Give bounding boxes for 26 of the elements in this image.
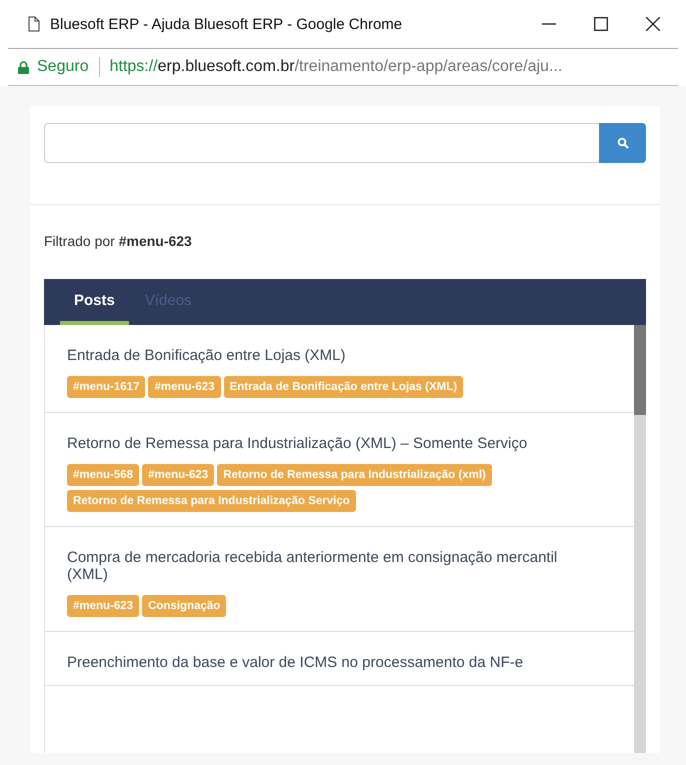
post-title-link[interactable]: Preenchimento da base e valor de ICMS no processamento da NF-e <box>67 654 587 671</box>
tag[interactable]: Entrada de Bonificação entre Lojas (XML) <box>224 376 464 398</box>
tag[interactable]: #menu-623 <box>148 376 221 398</box>
tag[interactable]: #menu-623 <box>67 595 140 617</box>
scrollbar[interactable] <box>634 325 646 753</box>
security-label: Seguro <box>37 58 89 76</box>
search-button[interactable] <box>599 123 646 163</box>
url-field[interactable]: https://erp.bluesoft.com.br/treinamento/erp-app/areas/core/aju... <box>110 58 562 76</box>
post-title-link[interactable]: Retorno de Remessa para Industrialização (XML) – Somente Serviço <box>67 435 587 452</box>
tab[interactable]: Posts <box>60 279 129 325</box>
tag[interactable]: #menu-568 <box>67 464 140 486</box>
window-title: Bluesoft ERP - Ajuda Bluesoft ERP - Google Chrome <box>50 16 402 32</box>
lock-icon <box>18 60 29 74</box>
search-field[interactable] <box>44 123 599 163</box>
search-icon <box>616 137 628 149</box>
page-icon <box>28 16 40 32</box>
post-title-link[interactable]: Compra de mercadoria recebida anteriormente em consignação mercantil (XML) <box>67 549 587 583</box>
tag[interactable]: Consignação <box>142 595 226 617</box>
tag[interactable]: Retorno de Remessa para Industrialização (xml) <box>217 464 492 486</box>
tag[interactable]: Retorno de Remessa para Industrialização Serviço <box>67 490 356 512</box>
close-icon[interactable] <box>646 17 660 31</box>
maximize-icon[interactable] <box>594 17 608 31</box>
tag[interactable]: #menu-1617 <box>67 376 146 398</box>
post-title-link[interactable]: Entrada de Bonificação entre Lojas (XML) <box>67 347 587 364</box>
filter-text: Filtrado por #menu-623 <box>44 233 193 249</box>
tag[interactable]: #menu-623 <box>142 464 214 486</box>
